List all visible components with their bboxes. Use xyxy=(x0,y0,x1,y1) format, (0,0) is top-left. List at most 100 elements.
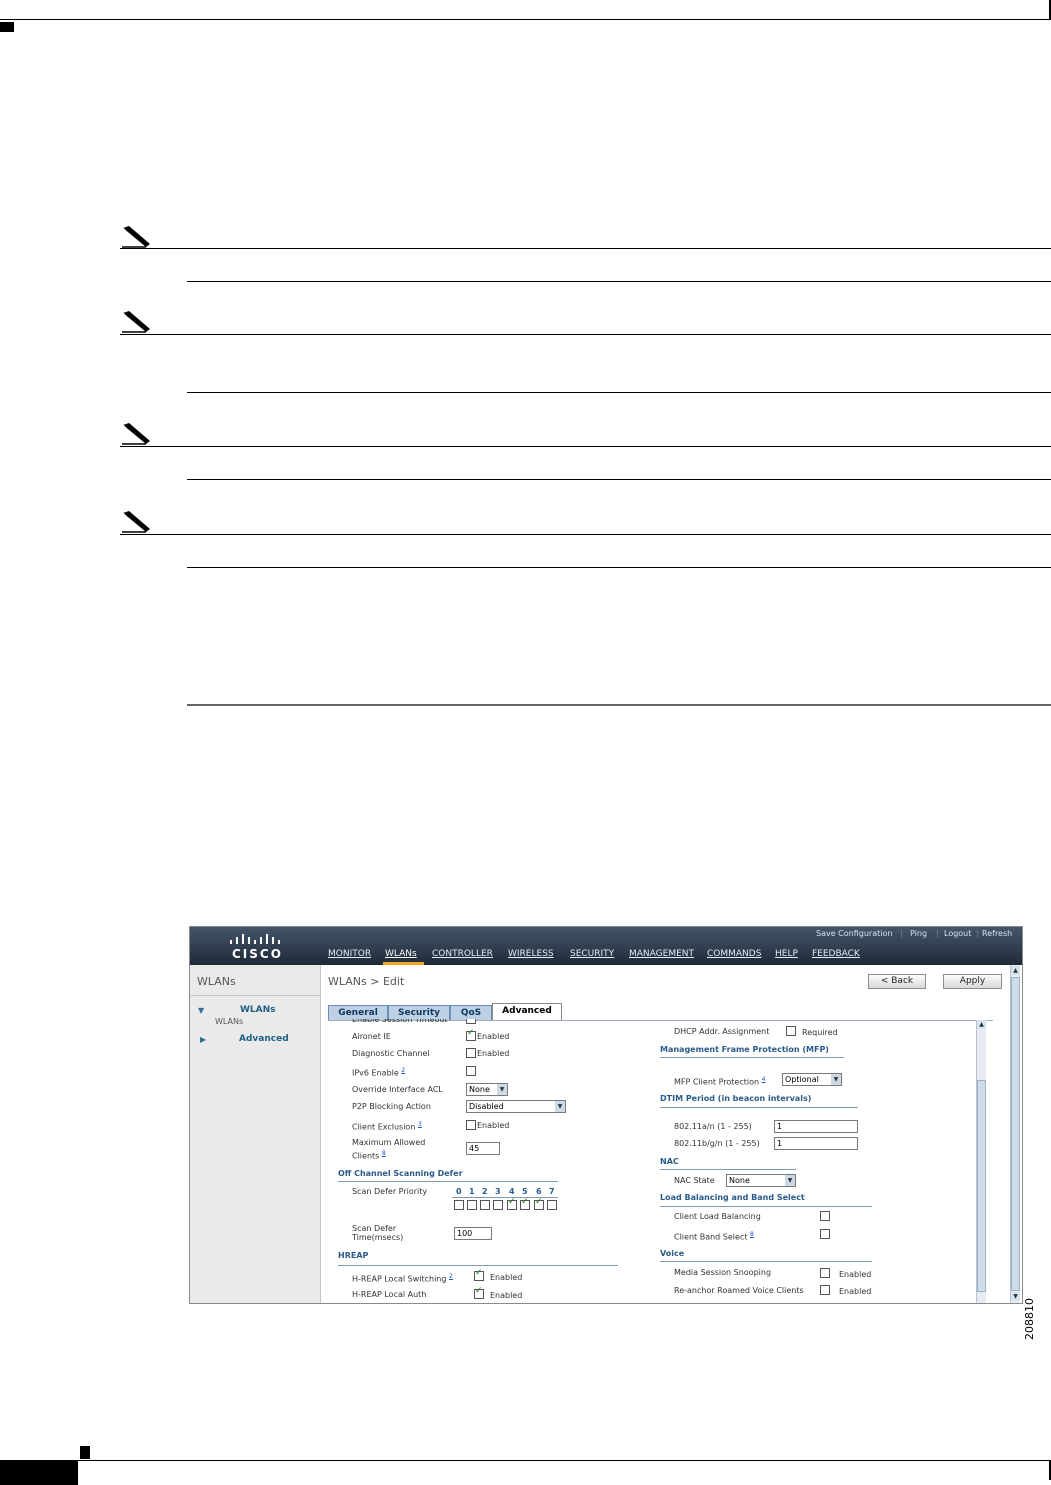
collapsed-arrow-icon[interactable]: ▶ xyxy=(200,1035,206,1044)
logout-link[interactable]: Logout xyxy=(944,929,971,938)
footnote-link[interactable]: 2 xyxy=(449,1273,453,1280)
priority-1-checkbox[interactable] xyxy=(467,1200,477,1210)
dhcp-addr-label: DHCP Addr. Assignment xyxy=(674,1027,770,1036)
mfp-section-title: Management Frame Protection (MFP) xyxy=(660,1045,829,1054)
priority-7-checkbox[interactable] xyxy=(547,1200,557,1210)
nav-management[interactable]: MANAGEMENT xyxy=(629,949,694,959)
tab-advanced[interactable]: Advanced xyxy=(492,1003,562,1021)
scan-defer-time-input[interactable]: 100 xyxy=(454,1227,492,1240)
save-configuration-link[interactable]: Save Configuration xyxy=(816,929,892,938)
apply-button[interactable]: Apply xyxy=(943,974,1002,989)
cisco-logo-text: CISCO xyxy=(232,947,283,961)
dropdown-arrow-icon: ▼ xyxy=(785,1175,795,1186)
nav-wireless[interactable]: WIRELESS xyxy=(508,949,554,959)
nav-help[interactable]: HELP xyxy=(775,949,798,959)
dhcp-addr-checkbox[interactable] xyxy=(786,1026,796,1036)
dtim-a-input[interactable]: 1 xyxy=(774,1120,858,1133)
client-exclusion-enabled-text: Enabled xyxy=(477,1121,510,1130)
nav-controller[interactable]: CONTROLLER xyxy=(432,949,493,959)
priority-4-checkbox[interactable] xyxy=(507,1197,517,1210)
scan-defer-time-label-1: Scan Defer xyxy=(352,1224,397,1233)
sidebar-item-advanced[interactable]: Advanced xyxy=(239,1034,289,1044)
hreap-local-auth-enabled-text: Enabled xyxy=(490,1291,523,1300)
voice-section-title: Voice xyxy=(660,1249,685,1258)
max-clients-input[interactable]: 45 xyxy=(466,1142,500,1155)
priority-3-checkbox[interactable] xyxy=(493,1200,503,1210)
page-title: WLANs > Edit xyxy=(328,975,405,988)
hreap-local-switching-checkbox[interactable] xyxy=(474,1268,484,1281)
page-scroll-thumb[interactable] xyxy=(1011,977,1020,1291)
mfp-client-select[interactable]: Optional ▼ xyxy=(782,1073,842,1086)
expanded-arrow-icon[interactable]: ▼ xyxy=(198,1006,204,1015)
nav-commands[interactable]: COMMANDS xyxy=(707,949,761,959)
ping-link[interactable]: Ping xyxy=(910,929,927,938)
priority-2-checkbox[interactable] xyxy=(480,1200,490,1210)
client-load-balancing-checkbox[interactable] xyxy=(820,1211,830,1221)
scan-defer-time-label-2: Time(msecs) xyxy=(352,1233,404,1242)
footnote-link[interactable]: 8 xyxy=(750,1231,754,1238)
max-clients-label-2: Clients 8 xyxy=(352,1150,386,1161)
app-header: CISCO Save Configuration | Ping | Logout… xyxy=(190,927,1022,965)
note-rule xyxy=(187,479,1051,480)
note-rule xyxy=(187,567,1051,568)
nav-security[interactable]: SECURITY xyxy=(570,949,614,959)
dtim-bg-label: 802.11b/g/n (1 - 255) xyxy=(674,1139,760,1148)
nav-wlans[interactable]: WLANs xyxy=(385,949,417,959)
reanchor-checkbox[interactable] xyxy=(820,1285,830,1295)
nac-section-title: NAC xyxy=(660,1157,679,1166)
client-exclusion-checkbox[interactable] xyxy=(466,1120,476,1130)
refresh-link[interactable]: Refresh xyxy=(982,929,1012,938)
footnote-link[interactable]: 4 xyxy=(762,1076,766,1083)
dropdown-arrow-icon: ▼ xyxy=(831,1074,841,1085)
section-rule xyxy=(660,1206,872,1207)
hreap-section-title: HREAP xyxy=(338,1251,369,1260)
dtim-bg-input[interactable]: 1 xyxy=(774,1137,858,1150)
override-acl-select[interactable]: None ▼ xyxy=(466,1083,508,1096)
client-band-select-checkbox[interactable] xyxy=(820,1229,830,1239)
client-exclusion-label: Client Exclusion 3 xyxy=(352,1121,422,1132)
section-rule xyxy=(660,1057,844,1058)
p2p-blocking-select[interactable]: Disabled ▼ xyxy=(466,1100,566,1113)
scroll-down-icon[interactable]: ▼ xyxy=(1011,1292,1020,1301)
inner-scrollbar[interactable]: ▲ xyxy=(976,1020,986,1303)
nav-active-indicator xyxy=(383,962,424,965)
diagnostic-channel-checkbox[interactable] xyxy=(466,1048,476,1058)
footnote-link[interactable]: 2 xyxy=(401,1067,405,1074)
hreap-local-auth-label: H-REAP Local Auth xyxy=(352,1290,427,1299)
ipv6-enable-checkbox[interactable] xyxy=(466,1066,476,1076)
sidebar-title: WLANs xyxy=(197,975,236,988)
sidebar-subitem-wlans[interactable]: WLANs xyxy=(215,1017,243,1026)
media-session-snooping-label: Media Session Snooping xyxy=(674,1268,772,1277)
page-number-tab xyxy=(0,1461,78,1485)
section-rule xyxy=(660,1169,796,1170)
priority-3: 3 xyxy=(495,1187,501,1196)
footnote-link[interactable]: 3 xyxy=(418,1121,422,1128)
media-session-snooping-checkbox[interactable] xyxy=(820,1268,830,1278)
scroll-up-icon[interactable]: ▲ xyxy=(977,1020,986,1029)
aironet-ie-checkbox[interactable] xyxy=(466,1028,476,1041)
hreap-local-auth-checkbox[interactable] xyxy=(474,1286,484,1299)
back-button[interactable]: < Back xyxy=(868,974,926,989)
sidebar: WLANs ▼ WLANs WLANs ▶ Advanced xyxy=(190,965,321,1303)
nac-state-select[interactable]: None ▼ xyxy=(726,1174,796,1187)
priority-0-checkbox[interactable] xyxy=(454,1200,464,1210)
inner-scroll-thumb[interactable] xyxy=(977,1080,986,1292)
scroll-up-icon[interactable]: ▲ xyxy=(1011,966,1020,975)
priority-6-checkbox[interactable] xyxy=(534,1197,544,1210)
media-session-enabled-text: Enabled xyxy=(839,1270,872,1279)
section-rule xyxy=(660,1261,872,1262)
nav-monitor[interactable]: MONITOR xyxy=(328,949,371,959)
page-scrollbar[interactable]: ▲ ▼ xyxy=(1010,965,1020,1303)
clipped-checkbox[interactable] xyxy=(466,1019,476,1024)
footnote-link[interactable]: 8 xyxy=(382,1150,386,1157)
note-rule xyxy=(187,281,1051,282)
nav-feedback[interactable]: FEEDBACK xyxy=(812,949,860,959)
override-acl-label: Override Interface ACL xyxy=(352,1085,443,1094)
priority-5-checkbox[interactable] xyxy=(520,1197,530,1210)
priority-0: 0 xyxy=(456,1187,462,1196)
page-bottom-rule xyxy=(0,1460,1051,1461)
sidebar-item-wlans[interactable]: WLANs xyxy=(240,1005,276,1015)
client-band-select-label: Client Band Select 8 xyxy=(674,1231,754,1242)
note-pencil-icon xyxy=(122,311,150,333)
reanchor-enabled-text: Enabled xyxy=(839,1287,872,1296)
